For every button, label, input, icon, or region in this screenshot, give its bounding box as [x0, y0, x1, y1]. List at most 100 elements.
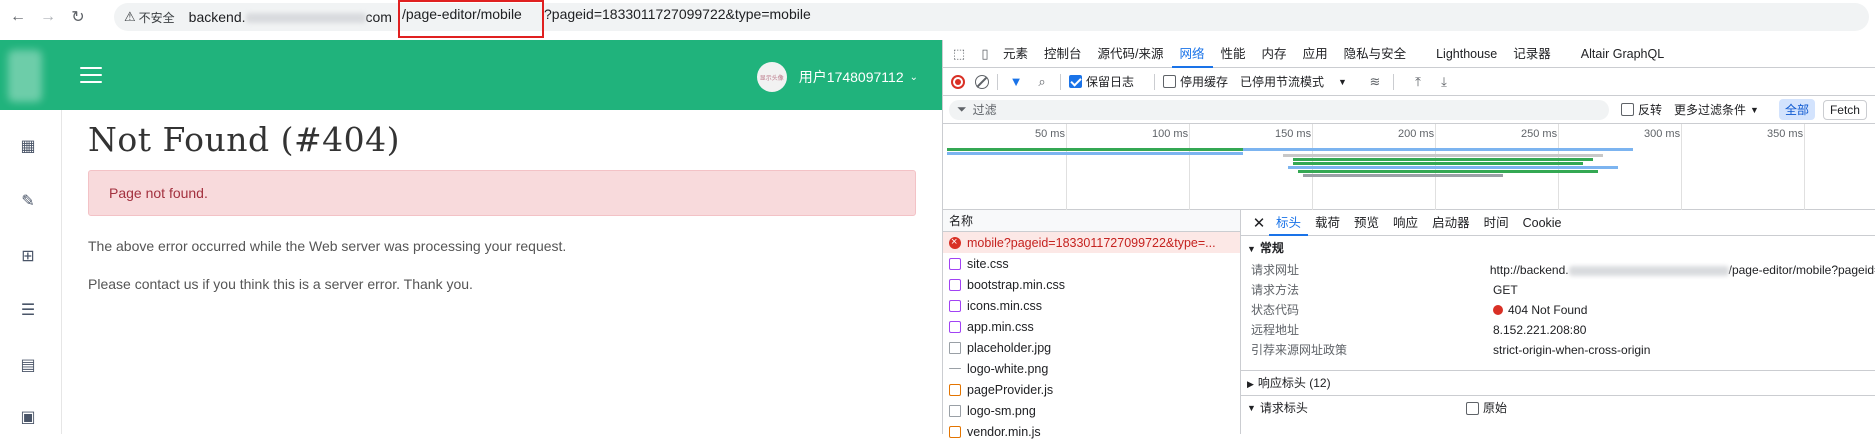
tab-response[interactable]: 响应	[1386, 210, 1425, 236]
security-chip[interactable]: ⚠ 不安全	[124, 9, 175, 26]
network-toolbar: ▼ ⌕ 保留日志 停用缓存 已停用节流模式 ▼ ≋ ⤒ ⤓	[943, 68, 1875, 96]
sidebar: ▦ ✎ ⊞ ☰ ▤ ▣	[0, 110, 62, 434]
tab-elements[interactable]: 元素	[995, 40, 1036, 68]
css-file-icon	[949, 320, 961, 333]
timeline-tick: 150 ms	[1275, 128, 1312, 140]
request-row[interactable]: vendor.min.js	[943, 421, 1240, 442]
more-filters-dropdown[interactable]: 更多过滤条件 ▼	[1674, 101, 1759, 118]
request-row[interactable]: bootstrap.min.css	[943, 274, 1240, 295]
funnel-icon: ⏷	[957, 102, 967, 116]
dashboard-icon[interactable]: ▦	[19, 137, 37, 155]
url-host: backend. com	[188, 9, 392, 25]
tab-memory[interactable]: 内存	[1254, 40, 1295, 68]
menu-icon[interactable]	[80, 67, 102, 83]
user-menu[interactable]: 显示头像 用户1748097112 ⌄	[756, 62, 918, 92]
request-url-row: 请求网址 http://backend./page-editor/mobile?p…	[1251, 263, 1875, 277]
details-tabbar: ✕ 标头 载荷 预览 响应 启动器 时间 Cookie	[1241, 210, 1875, 236]
tab-privacy[interactable]: 隐私与安全	[1336, 40, 1415, 68]
image-file-icon	[949, 341, 961, 354]
raw-checkbox[interactable]: 原始	[1465, 396, 1507, 420]
clipboard-icon[interactable]: ▣	[19, 408, 37, 426]
wifi-settings-icon[interactable]: ≋	[1365, 72, 1385, 92]
app-header: 显示头像 用户1748097112 ⌄	[0, 40, 942, 110]
tab-performance[interactable]: 性能	[1213, 40, 1254, 68]
filter-input[interactable]: ⏷ 过滤	[949, 99, 1609, 120]
username: 用户1748097112	[798, 69, 904, 85]
js-file-icon	[949, 383, 961, 396]
avatar: 显示头像	[756, 62, 787, 92]
request-row[interactable]: logo-white.png	[943, 358, 1240, 379]
timeline-tick: 300 ms	[1644, 128, 1681, 140]
tab-cookies[interactable]: Cookie	[1516, 210, 1569, 236]
throttle-select[interactable]: 已停用节流模式 ▼	[1240, 73, 1347, 90]
security-label: 不安全	[138, 10, 175, 25]
list-icon[interactable]: ☰	[19, 301, 37, 319]
image-file-icon	[949, 404, 961, 417]
forward-icon[interactable]: →	[36, 5, 60, 29]
browser-toolbar: ← → ↻ ⚠ 不安全 backend. com /page-editor/mob…	[0, 0, 1875, 38]
name-column-header[interactable]: 名称	[943, 210, 1240, 232]
tab-sources[interactable]: 源代码/来源	[1090, 40, 1172, 68]
tab-headers[interactable]: 标头	[1269, 210, 1309, 236]
calendar-icon[interactable]: ▤	[19, 356, 37, 374]
timeline-bar	[947, 152, 1243, 155]
tab-network[interactable]: 网络	[1171, 40, 1213, 68]
network-timeline[interactable]: 50 ms 100 ms 150 ms 200 ms 250 ms 300 ms…	[943, 124, 1875, 210]
css-file-icon	[949, 278, 961, 291]
request-row[interactable]: logo-sm.png	[943, 400, 1240, 421]
devtools-panel: ⬚ ▯ 元素 控制台 源代码/来源 网络 性能 内存 应用 隐私与安全 Ligh…	[942, 40, 1875, 439]
table-icon[interactable]: ⊞	[19, 247, 37, 265]
dropdown-arrow-icon: ▼	[1338, 76, 1347, 87]
tab-application[interactable]: 应用	[1295, 40, 1336, 68]
logo[interactable]	[8, 50, 42, 102]
timeline-bar	[1298, 170, 1598, 173]
import-icon[interactable]: ⤒	[1408, 72, 1428, 92]
tab-preview[interactable]: 预览	[1347, 210, 1386, 236]
filter-icon[interactable]: ▼	[1006, 72, 1026, 92]
preserve-log-checkbox[interactable]: 保留日志	[1069, 73, 1134, 90]
edit-icon[interactable]: ✎	[19, 192, 37, 210]
tab-timing[interactable]: 时间	[1477, 210, 1516, 236]
device-toolbar-icon[interactable]: ▯	[975, 44, 995, 64]
request-row[interactable]: app.min.css	[943, 316, 1240, 337]
filter-chip-all[interactable]: 全部	[1778, 99, 1815, 120]
tab-altair[interactable]: Altair GraphQL	[1573, 40, 1672, 68]
address-bar[interactable]: ⚠ 不安全 backend. com	[114, 3, 1869, 31]
filter-chip-fetch[interactable]: Fetch	[1822, 99, 1867, 120]
search-icon[interactable]: ⌕	[1032, 72, 1052, 92]
clear-icon[interactable]	[975, 74, 989, 89]
tab-initiator[interactable]: 启动器	[1425, 210, 1477, 236]
timeline-tick: 100 ms	[1152, 128, 1189, 140]
main-content: Not Found (#404) Page not found. The abo…	[62, 110, 942, 434]
invert-checkbox[interactable]: 反转	[1621, 101, 1662, 118]
web-page: 显示头像 用户1748097112 ⌄ ▦ ✎ ⊞ ☰ ▤ ▣ Not Foun…	[0, 40, 942, 434]
timeline-bar	[1288, 166, 1618, 169]
timeline-tick: 350 ms	[1767, 128, 1804, 140]
export-icon[interactable]: ⤓	[1434, 72, 1454, 92]
status-dot-icon	[1493, 305, 1503, 315]
request-headers-section[interactable]: ▼ 请求标头 原始	[1241, 396, 1875, 420]
back-icon[interactable]: ←	[6, 5, 30, 29]
request-row[interactable]: mobile?pageid=1833011727099722&type=...	[943, 232, 1240, 253]
response-headers-section[interactable]: ▶ 响应标头 (12)	[1241, 371, 1875, 395]
request-row[interactable]: icons.min.css	[943, 295, 1240, 316]
status-code-row: 状态代码 404 Not Found	[1251, 303, 1588, 317]
inspect-icon[interactable]: ⬚	[949, 44, 969, 64]
referrer-policy-row: 引荐来源网址政策 strict-origin-when-cross-origin	[1251, 343, 1651, 357]
reload-icon[interactable]: ↻	[66, 5, 90, 29]
tab-payload[interactable]: 载荷	[1308, 210, 1347, 236]
request-details: ✕ 标头 载荷 预览 响应 启动器 时间 Cookie ▼ 常规 请求网址 http…	[1241, 210, 1875, 434]
record-icon[interactable]	[951, 74, 965, 89]
request-list: 名称 mobile?pageid=1833011727099722&type=.…	[943, 210, 1241, 439]
filter-bar: ⏷ 过滤 反转 更多过滤条件 ▼ 全部 Fetch	[943, 96, 1875, 124]
error-icon	[949, 236, 961, 249]
disable-cache-checkbox[interactable]: 停用缓存	[1163, 73, 1228, 90]
close-icon[interactable]: ✕	[1249, 214, 1269, 232]
tab-lighthouse[interactable]: Lighthouse	[1428, 40, 1505, 68]
tab-console[interactable]: 控制台	[1036, 40, 1090, 68]
general-section-header[interactable]: ▼ 常规	[1241, 236, 1875, 260]
request-row[interactable]: pageProvider.js	[943, 379, 1240, 400]
request-row[interactable]: site.css	[943, 253, 1240, 274]
tab-recorder[interactable]: 记录器	[1505, 40, 1559, 68]
request-row[interactable]: placeholder.jpg	[943, 337, 1240, 358]
